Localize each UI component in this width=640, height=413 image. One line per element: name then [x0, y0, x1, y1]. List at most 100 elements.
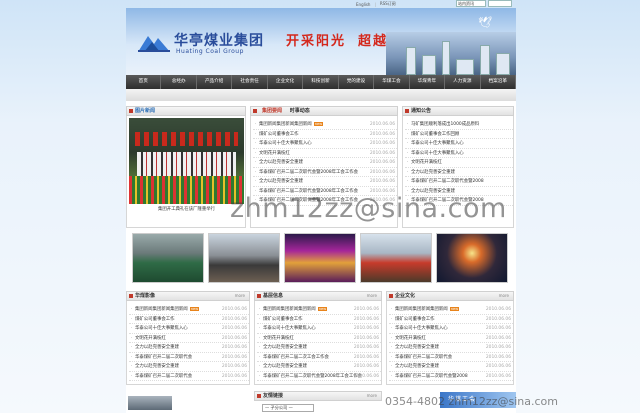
list-item[interactable]: 全力以赴完善安全重建2010.06.06	[129, 343, 249, 353]
huamei-video-list: 集团新闻集团新闻集团新闻new2010.06.06 煤矿公司董事会工作2010.…	[129, 305, 249, 381]
photo-news-header: 图片新闻	[126, 106, 246, 116]
nav-item-culture[interactable]: 企业文化	[268, 75, 304, 89]
nav-item-archive[interactable]: 档案沿革	[481, 75, 516, 89]
header-banner: 华亭煤业集团 Huating Coal Group 开采阳光 超越梦想 🕊	[126, 8, 516, 75]
list-item[interactable]: 华泰煤矿召开二届二次职代会暨2008年工会工作会2010.06.06	[253, 187, 397, 196]
list-item[interactable]: 华泰公司十佳大事聚焦入心2010.06.06	[129, 324, 249, 334]
list-item[interactable]: 全力以赴完善安全重建2010.06.06	[389, 362, 513, 372]
list-item[interactable]: 华泰煤矿召开二届二次职代会暨2008年工会工作会2010.06.06	[253, 196, 397, 206]
list-item[interactable]: 文明花开满枝红2010.06.06	[257, 334, 381, 343]
list-item[interactable]: 煤矿公司董事会工作2010.06.06	[129, 315, 249, 324]
union-banner[interactable]: 华煤工会	[440, 392, 516, 408]
list-item[interactable]: 全力以赴完善安全重建	[405, 187, 513, 196]
list-item[interactable]: 华泰公司十佳大事聚焦入心	[405, 139, 513, 149]
subsidiary-select[interactable]: — 子分公司 —	[262, 404, 314, 412]
photo-news-caption[interactable]: 集团开工典礼在该厂隆重举行	[129, 206, 244, 212]
list-item[interactable]: 华泰煤矿召开二届二次工会工作会2010.06.06	[257, 353, 381, 362]
list-item[interactable]: 煤矿公司董事会工作2010.06.06	[389, 315, 513, 324]
photo-news-image[interactable]	[129, 118, 244, 204]
company-logo-icon[interactable]	[136, 30, 172, 54]
list-item[interactable]: 华泰公司十佳大事聚焦入心2010.06.06	[257, 324, 381, 334]
more-link[interactable]: more	[235, 292, 245, 300]
sub-nav-bar	[126, 89, 516, 101]
group-news-panel: 集团新闻集团新闻集团新闻new2010.06.06 煤矿公司董事会工作2010.…	[250, 116, 398, 228]
photo-news-panel: 集团开工典礼在该厂隆重举行	[126, 116, 246, 228]
list-item[interactable]: 华泰公司十佳大事聚焦入心2010.06.06	[389, 324, 513, 334]
more-link[interactable]: more	[499, 292, 509, 300]
notice-header: 通知公告	[402, 106, 514, 116]
search-input[interactable]	[488, 0, 512, 7]
culture-panel: 集团新闻集团新闻集团新闻new2010.06.06 煤矿公司董事会工作2010.…	[386, 301, 514, 385]
list-item[interactable]: 全力以赴完善安全重建2010.06.06	[389, 343, 513, 353]
strip-photo-visit[interactable]	[208, 233, 280, 283]
group-news-header: 集团要闻 时事动态	[250, 106, 398, 116]
list-item[interactable]: 全力以赴完善安全重建	[405, 168, 513, 177]
list-item[interactable]: 全力以赴完善安全重建2010.06.06	[253, 158, 397, 168]
english-link[interactable]: English	[356, 2, 370, 7]
nav-item-general-office[interactable]: 总经办	[161, 75, 197, 89]
list-item[interactable]: 华泰煤矿召开二届二次职代会暨2008	[405, 177, 513, 187]
tab-current-affairs[interactable]: 时事动态	[287, 107, 313, 115]
list-item[interactable]: 华泰煤矿召开二届二次职代会2010.06.06	[389, 353, 513, 362]
notice-list: 马矿集团顺利落成出1000成品原料 煤矿公司董事会工作回顾 华泰公司十佳大事聚焦…	[405, 120, 513, 206]
grassroots-header: 基层信息 more	[254, 291, 382, 301]
list-item[interactable]: 文明花开满枝红	[405, 158, 513, 168]
more-link[interactable]: more	[367, 292, 377, 300]
list-item[interactable]: 马矿集团顺利落成出1000成品原料	[405, 120, 513, 130]
nav-item-youth[interactable]: 华煤青年	[410, 75, 446, 89]
list-item[interactable]: 华泰煤矿召开二届二次职代会暨2008年工会工作会2010.06.06	[257, 372, 381, 381]
nav-item-party[interactable]: 党的建设	[339, 75, 375, 89]
nav-item-innovation[interactable]: 科技创新	[303, 75, 339, 89]
culture-header: 企业文化 more	[386, 291, 514, 301]
list-item[interactable]: 华泰煤矿召开二届二次职代会2010.06.06	[129, 372, 249, 381]
rss-link[interactable]: RSS订阅	[380, 1, 396, 7]
list-item[interactable]: 集团新闻集团新闻集团新闻new2010.06.06	[257, 305, 381, 315]
strip-photo-factory[interactable]	[132, 233, 204, 283]
nav-item-union[interactable]: 华煤工会	[374, 75, 410, 89]
nav-item-home[interactable]: 首页	[126, 75, 162, 89]
list-item[interactable]: 集团新闻集团新闻集团新闻new2010.06.06	[389, 305, 513, 315]
list-item[interactable]: 文明花开满枝红2010.06.06	[129, 334, 249, 343]
list-item[interactable]: 全力以赴完善安全重建2010.06.06	[129, 362, 249, 372]
nav-item-hr[interactable]: 人力资源	[445, 75, 481, 89]
links-header: 友情链接 more	[254, 391, 382, 401]
page-wrapper: 华亭煤业集团 Huating Coal Group 开采阳光 超越梦想 🕊 首页…	[126, 8, 516, 413]
main-nav: 首页 总经办 产品介绍 社会责任 企业文化 科技创新 党的建设 华煤工会 华煤青…	[126, 75, 516, 89]
list-item[interactable]: 集团新闻集团新闻集团新闻new2010.06.06	[129, 305, 249, 315]
list-item[interactable]: 煤矿公司董事会工作2010.06.06	[253, 130, 397, 139]
section-bullet-icon	[129, 109, 133, 113]
list-item[interactable]: 文明花开满枝红2010.06.06	[253, 149, 397, 158]
strip-photo-fireworks[interactable]	[436, 233, 508, 283]
factory-illustration	[386, 32, 516, 75]
list-item[interactable]: 华泰煤矿召开二届二次职代会暨2008	[405, 196, 513, 206]
list-item[interactable]: 华泰公司十佳大事聚焦入心2010.06.06	[253, 139, 397, 149]
slogan-part-1: 开采阳光	[286, 34, 347, 49]
section-bullet-icon	[389, 294, 393, 298]
grassroots-title: 基层信息	[263, 293, 284, 299]
section-bullet-icon	[257, 294, 261, 298]
list-item[interactable]: 全力以赴完善安全重建2010.06.06	[257, 343, 381, 353]
list-item[interactable]: 华泰煤矿召开二届二次职代会暨2008年工会工作会2010.06.06	[253, 168, 397, 177]
list-item[interactable]: 文明花开满枝红2010.06.06	[389, 334, 513, 343]
list-item[interactable]: 全力以赴完善安全重建2010.06.06	[253, 177, 397, 187]
footer-thumbnail[interactable]	[128, 396, 172, 410]
group-news-list: 集团新闻集团新闻集团新闻new2010.06.06 煤矿公司董事会工作2010.…	[253, 120, 397, 206]
tab-group-news[interactable]: 集团要闻	[259, 107, 285, 115]
list-item[interactable]: 集团新闻集团新闻集团新闻new2010.06.06	[253, 120, 397, 130]
list-item[interactable]: 全力以赴完善安全重建2010.06.06	[257, 362, 381, 372]
list-item[interactable]: 华泰煤矿召开二届二次职代会2010.06.06	[129, 353, 249, 362]
list-item[interactable]: 华泰公司十佳大事聚焦入心	[405, 149, 513, 158]
strip-photo-ceremony[interactable]	[360, 233, 432, 283]
nav-item-social-responsibility[interactable]: 社会责任	[232, 75, 268, 89]
more-link[interactable]: more	[367, 392, 377, 400]
nav-item-products[interactable]: 产品介绍	[197, 75, 233, 89]
list-item[interactable]: 煤矿公司董事会工作回顾	[405, 130, 513, 139]
list-item[interactable]: 华泰煤矿召开二届二次职代会暨20082010.06.06	[389, 372, 513, 381]
grassroots-list: 集团新闻集团新闻集团新闻new2010.06.06 煤矿公司董事会工作2010.…	[257, 305, 381, 381]
strip-photo-stage[interactable]	[284, 233, 356, 283]
site-search-select[interactable]: 站内资讯	[456, 0, 486, 7]
section-bullet-icon	[405, 109, 409, 113]
huamei-video-header: 华煤影像 more	[126, 291, 250, 301]
separator: |	[374, 1, 376, 7]
list-item[interactable]: 煤矿公司董事会工作2010.06.06	[257, 315, 381, 324]
